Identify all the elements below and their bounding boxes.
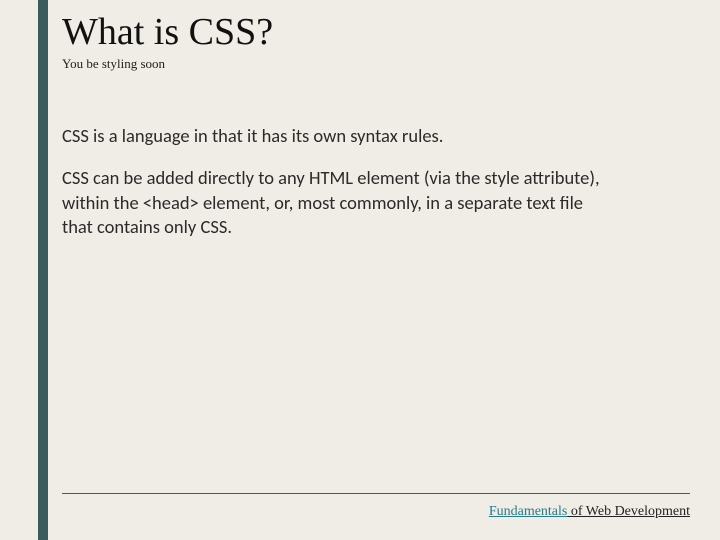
paragraph-2: CSS can be added directly to any HTML el… xyxy=(62,166,602,239)
footer-rest: of Web Development xyxy=(567,504,690,519)
footer-brand: Fundamentals xyxy=(489,504,568,519)
slide-subtitle: You be styling soon xyxy=(62,56,680,72)
paragraph-1: CSS is a language in that it has its own… xyxy=(62,124,602,148)
slide-content: What is CSS? You be styling soon CSS is … xyxy=(62,12,680,520)
slide-title: What is CSS? xyxy=(62,12,680,54)
footer-divider xyxy=(62,493,690,494)
footer-text: Fundamentals of Web Development xyxy=(489,504,690,520)
accent-bar xyxy=(38,0,48,540)
